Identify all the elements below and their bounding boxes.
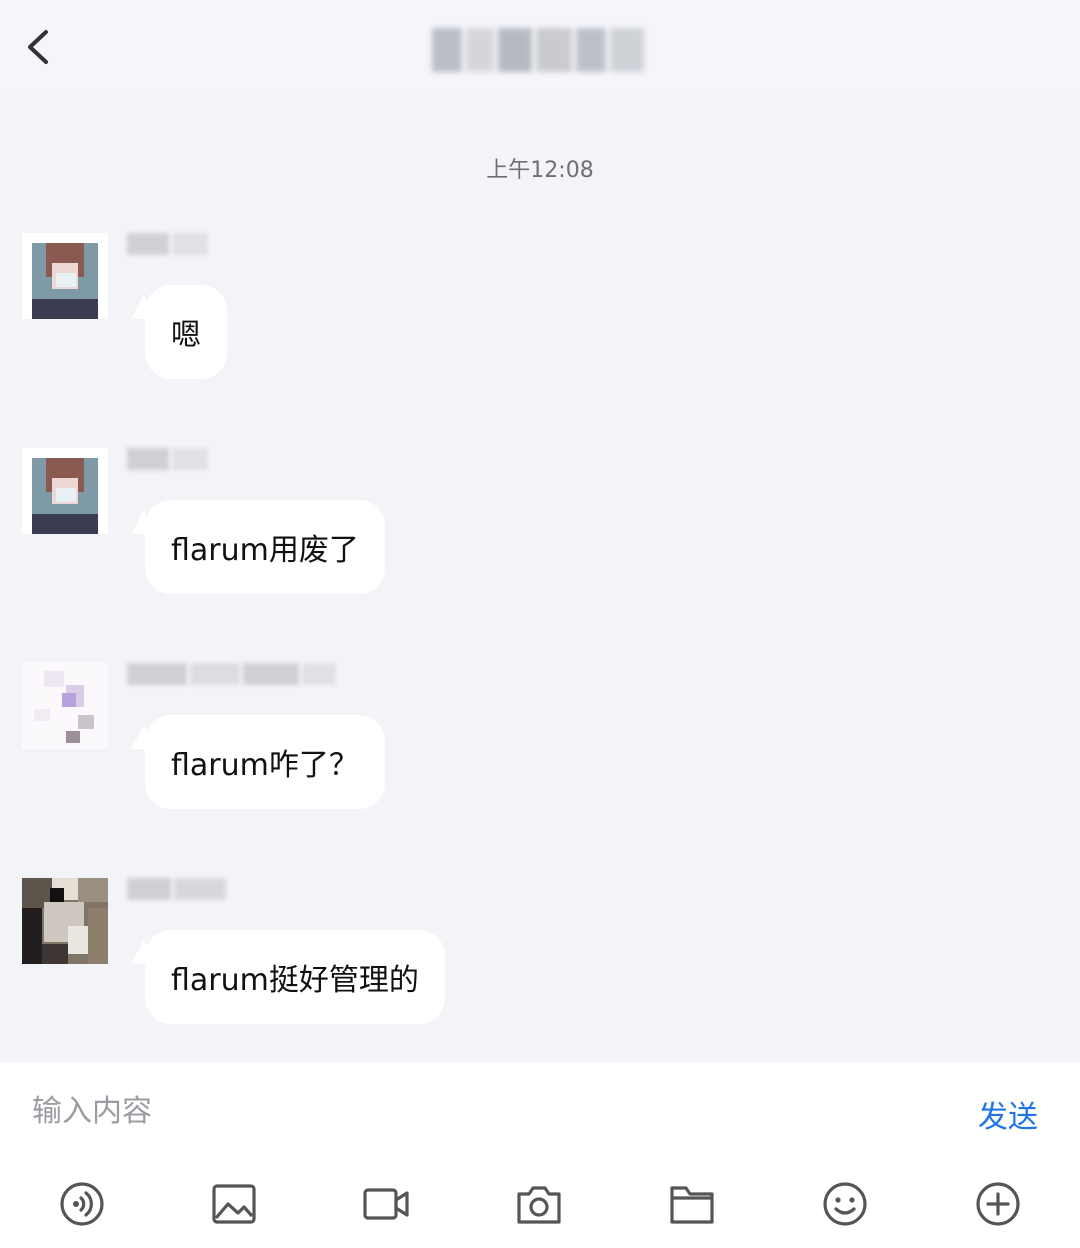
message-composer: 发送: [0, 1062, 1080, 1248]
message-item: flarum咋了？: [22, 663, 622, 863]
folder-icon: [670, 1186, 714, 1224]
sender-name-redacted: [127, 878, 226, 900]
camera-icon: [517, 1186, 561, 1224]
emoji-icon: [823, 1182, 867, 1226]
chevron-left-icon: [28, 30, 48, 64]
image-icon: [212, 1184, 256, 1224]
video-button[interactable]: [362, 1180, 410, 1228]
back-button[interactable]: [18, 22, 62, 72]
chat-header: [0, 0, 1080, 94]
plus-icon: [976, 1182, 1020, 1226]
sender-name-redacted: [127, 448, 208, 470]
voice-button[interactable]: [58, 1180, 106, 1228]
video-icon: [363, 1188, 409, 1220]
message-item: flarum用废了: [22, 448, 622, 648]
emoji-button[interactable]: [821, 1180, 869, 1228]
avatar[interactable]: [22, 448, 108, 534]
message-bubble[interactable]: 嗯: [145, 285, 227, 379]
message-timestamp: 上午12:08: [486, 158, 594, 183]
composer-toolbar: [0, 1180, 1080, 1232]
send-button[interactable]: 发送: [978, 1092, 1038, 1136]
message-bubble[interactable]: flarum用废了: [145, 500, 385, 594]
sender-name-redacted: [127, 663, 336, 685]
avatar[interactable]: [22, 878, 108, 964]
sender-name-redacted: [127, 233, 208, 255]
chat-title-redacted: [432, 28, 648, 72]
image-button[interactable]: [210, 1180, 258, 1228]
more-button[interactable]: [974, 1180, 1022, 1228]
message-item: 嗯: [22, 233, 622, 433]
avatar[interactable]: [22, 663, 108, 749]
voice-icon: [60, 1182, 104, 1226]
file-button[interactable]: [668, 1180, 716, 1228]
message-bubble[interactable]: flarum咋了？: [145, 715, 385, 809]
camera-button[interactable]: [515, 1180, 563, 1228]
avatar[interactable]: [22, 233, 108, 319]
message-item: flarum挺好管理的: [22, 878, 622, 1078]
message-bubble[interactable]: flarum挺好管理的: [145, 930, 445, 1024]
message-input[interactable]: [32, 1088, 932, 1134]
